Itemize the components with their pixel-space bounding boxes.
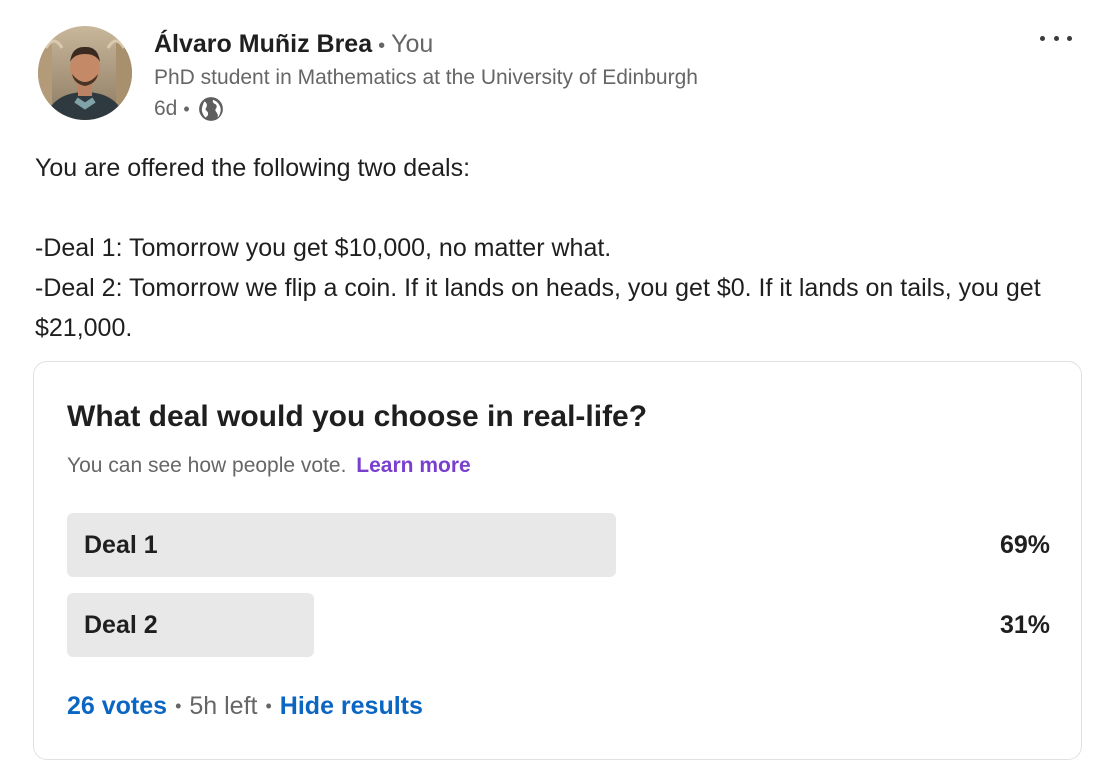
more-options-icon[interactable]	[1040, 26, 1072, 50]
post-line: -Deal 1: Tomorrow you get $10,000, no ma…	[35, 234, 612, 262]
separator-dot: •	[265, 696, 272, 716]
separator-dot: •	[183, 98, 190, 119]
post-blank-line	[35, 188, 1075, 228]
dot	[1053, 35, 1059, 41]
hide-results-button[interactable]: Hide results	[280, 692, 423, 721]
post-body: You are offered the following two deals:…	[35, 148, 1075, 348]
globe-icon	[198, 97, 223, 121]
poll-option-deal-2[interactable]: Deal 2 31%	[67, 593, 1050, 657]
separator-dot: •	[378, 35, 386, 57]
author-name-line: Álvaro Muñiz Brea • You	[154, 30, 433, 59]
poll-subtitle: You can see how people vote. Learn more	[67, 454, 471, 478]
poll-footer: 26 votes • 5h left • Hide results	[67, 692, 423, 721]
poll-subtitle-text: You can see how people vote.	[67, 454, 347, 477]
poll-card: What deal would you choose in real-life?…	[33, 361, 1082, 760]
time-left: 5h left	[189, 692, 258, 720]
dot	[1067, 35, 1072, 41]
dot	[1040, 35, 1045, 41]
poll-option-percent: 31%	[999, 611, 1050, 639]
poll-option-deal-1[interactable]: Deal 1 69%	[67, 513, 1050, 577]
author-headline: PhD student in Mathematics at the Univer…	[154, 66, 698, 89]
post-line: You are offered the following two deals:	[35, 154, 471, 182]
post-meta: 6d •	[154, 96, 224, 122]
votes-link[interactable]: 26 votes	[67, 692, 167, 721]
learn-more-link[interactable]: Learn more	[356, 454, 470, 477]
poll-option-label: Deal 2	[84, 611, 158, 639]
post-line: -Deal 2: Tomorrow we flip a coin. If it …	[35, 274, 1041, 342]
separator-dot: •	[175, 696, 182, 716]
post-card: Álvaro Muñiz Brea • You PhD student in Mat…	[0, 0, 1102, 768]
poll-option-label: Deal 1	[84, 531, 158, 559]
poll-option-percent: 69%	[999, 531, 1050, 559]
poll-question: What deal would you choose in real-life?	[67, 400, 648, 433]
post-time: 6d	[154, 97, 178, 120]
avatar-photo	[38, 26, 132, 120]
author-name[interactable]: Álvaro Muñiz Brea	[154, 30, 372, 58]
avatar[interactable]	[38, 26, 132, 120]
relation-label: You	[391, 30, 434, 58]
